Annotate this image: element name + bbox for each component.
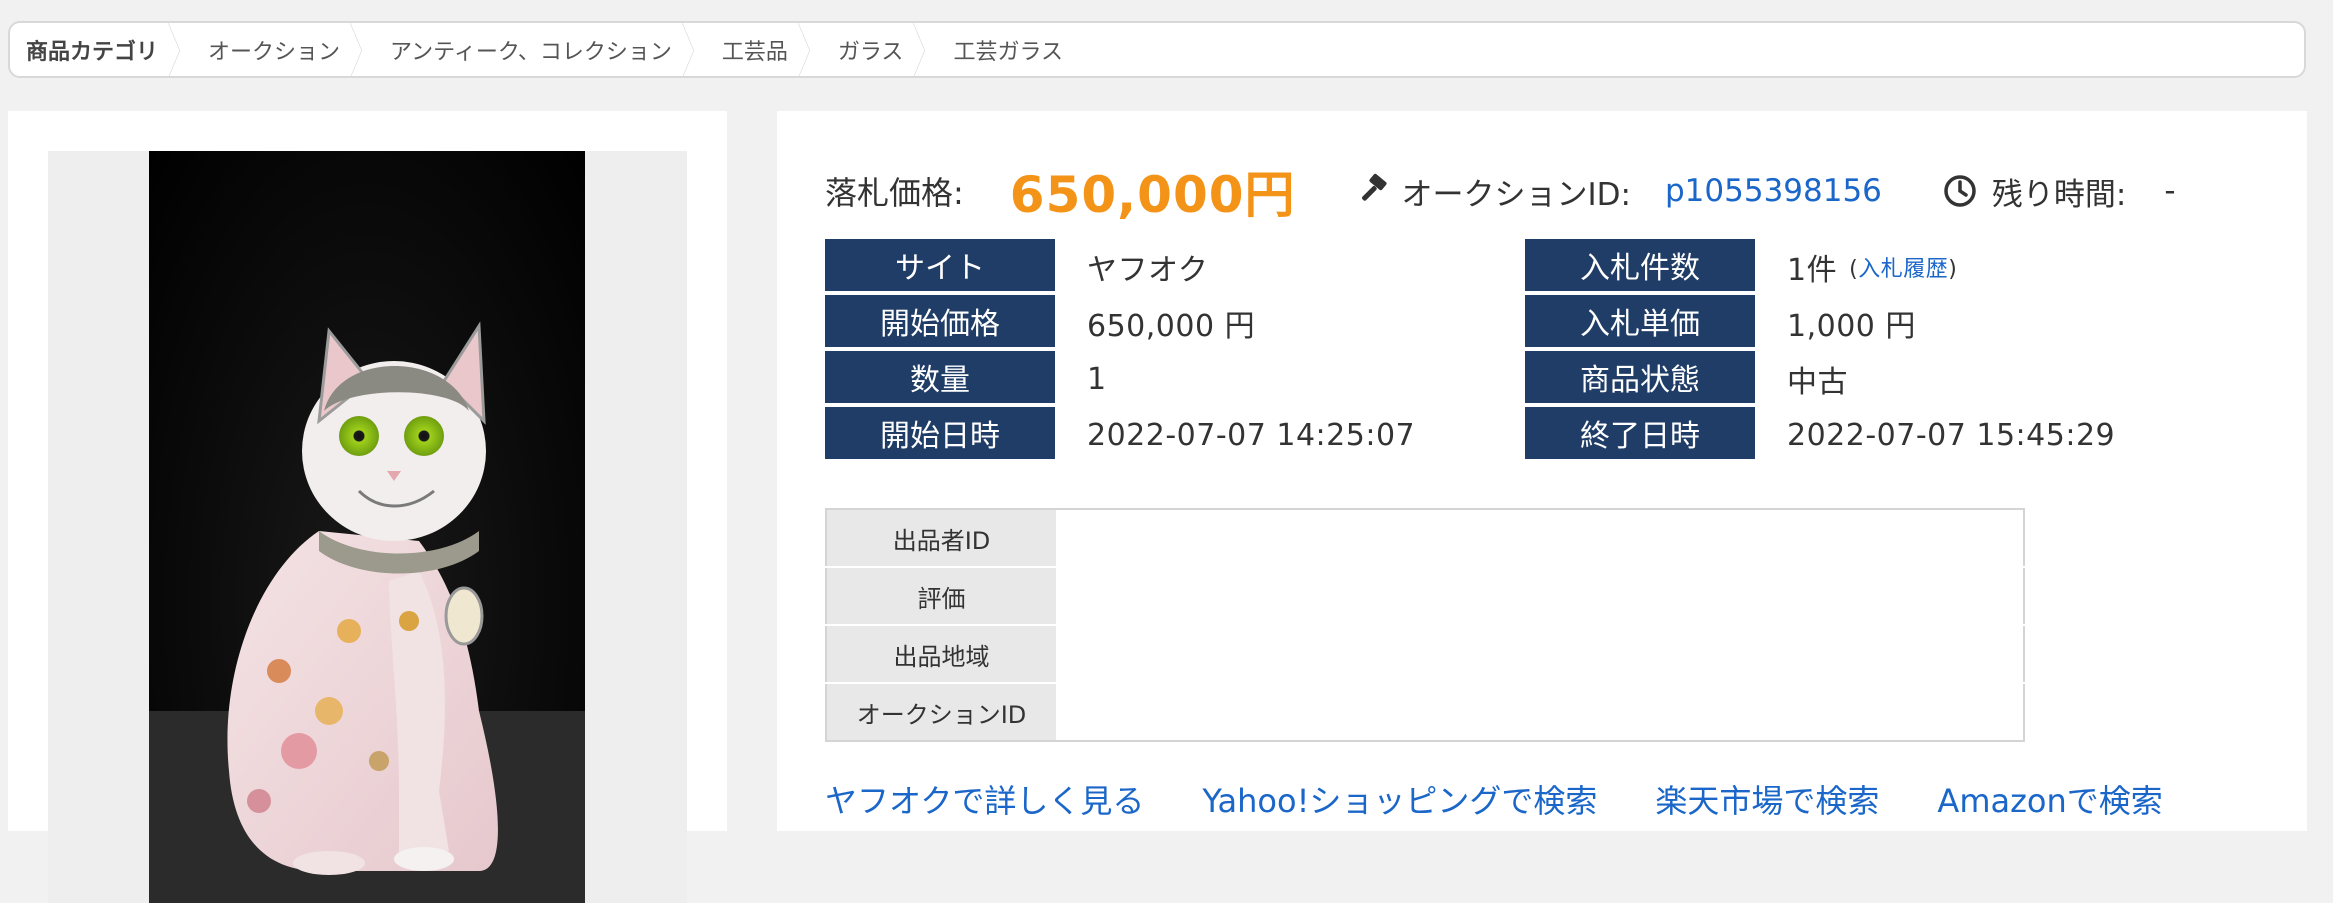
spec-value-quantity: 1 — [1087, 361, 1107, 397]
bid-count-value: 1件 — [1787, 253, 1838, 288]
spec-row: 開始価格 650,000 円 入札単価 1,000 円 — [825, 295, 2225, 351]
search-links: ヤフオクで詳しく見る Yahoo!ショッピングで検索 楽天市場で検索 Amazo… — [825, 776, 2163, 822]
spec-value-start-price: 650,000 円 — [1087, 309, 1256, 344]
paren-close: ) — [1948, 257, 1958, 282]
gavel-icon — [1356, 173, 1392, 209]
seller-region-value — [1056, 625, 2024, 684]
spec-value-bid-count: 1件 (入札履歴) — [1755, 239, 1957, 295]
final-price-label: 落札価格: — [825, 174, 964, 212]
seller-id-value — [1056, 509, 2024, 568]
yahoo-shopping-search-link[interactable]: Yahoo!ショッピングで検索 — [1202, 776, 1597, 822]
spec-row: 開始日時 2022-07-07 14:25:07 終了日時 2022-07-07… — [825, 407, 2225, 463]
auction-id-link[interactable]: p1055398156 — [1665, 173, 1882, 209]
bid-history-link[interactable]: 入札履歴 — [1858, 257, 1948, 282]
remaining-time-label: 残り時間: — [1991, 176, 2127, 213]
product-image-frame — [48, 151, 687, 903]
spec-head-condition: 商品状態 — [1525, 351, 1755, 405]
table-row: オークションID — [826, 683, 2024, 741]
bid-history-wrapper: (入札履歴) — [1849, 251, 1957, 283]
remaining-time-value: - — [2164, 173, 2176, 209]
breadcrumb-item-antique[interactable]: アンティーク、コレクション — [362, 23, 694, 76]
spec-head-start-price: 開始価格 — [825, 295, 1055, 349]
clock-icon — [1942, 173, 1978, 209]
breadcrumb: 商品カテゴリ オークション アンティーク、コレクション 工芸品 ガラス 工芸ガラ… — [8, 21, 2306, 78]
seller-rating-value — [1056, 567, 2024, 626]
final-price-value: 650,000円 — [1009, 166, 1296, 224]
spec-head-site: サイト — [825, 239, 1055, 293]
table-row: 出品地域 — [826, 625, 2024, 684]
breadcrumb-item-craft-glass[interactable]: 工芸ガラス — [925, 23, 1085, 76]
seller-region-label: 出品地域 — [826, 625, 1056, 684]
breadcrumb-item-crafts[interactable]: 工芸品 — [694, 23, 810, 76]
spec-value-end-date: 2022-07-07 15:45:29 — [1787, 417, 2116, 453]
seller-rating-label: 評価 — [826, 567, 1056, 626]
seller-id-label: 出品者ID — [826, 509, 1056, 568]
breadcrumb-item-glass[interactable]: ガラス — [810, 23, 926, 76]
auction-id-label: オークションID: — [1401, 176, 1631, 213]
product-image-panel — [8, 111, 727, 903]
amazon-search-link[interactable]: Amazonで検索 — [1937, 776, 2162, 822]
spec-value-bid-unit: 1,000 円 — [1787, 309, 1916, 344]
spec-row: サイト ヤフオク 入札件数 1件 (入札履歴) — [825, 239, 2225, 295]
spec-head-bid-count: 入札件数 — [1525, 239, 1755, 293]
spec-value-site: ヤフオク — [1087, 253, 1209, 288]
auction-info-panel: 落札価格: 650,000円 オークションID: p1055398156 残り時… — [777, 111, 2307, 831]
rakuten-search-link[interactable]: 楽天市場で検索 — [1655, 776, 1879, 822]
spec-head-bid-unit: 入札単価 — [1525, 295, 1755, 349]
seller-auction-id-label: オークションID — [826, 683, 1056, 741]
table-row: 評価 — [826, 567, 2024, 626]
yahoo-auction-detail-link[interactable]: ヤフオクで詳しく見る — [825, 776, 1144, 822]
breadcrumb-item-auction[interactable]: オークション — [180, 23, 362, 76]
table-row: 出品者ID — [826, 509, 2024, 568]
spec-value-start-date: 2022-07-07 14:25:07 — [1087, 417, 1416, 453]
spec-head-quantity: 数量 — [825, 351, 1055, 405]
breadcrumb-item-category[interactable]: 商品カテゴリ — [10, 23, 180, 76]
spec-head-end-date: 終了日時 — [1525, 407, 1755, 461]
spec-head-start-date: 開始日時 — [825, 407, 1055, 461]
cat-figurine-illustration — [149, 321, 585, 903]
spec-grid: サイト ヤフオク 入札件数 1件 (入札履歴) 開始価格 650,000 円 入… — [825, 239, 2225, 463]
price-row: 落札価格: 650,000円 オークションID: p1055398156 残り時… — [825, 156, 2225, 226]
product-photo[interactable] — [149, 151, 585, 903]
paren-open: ( — [1849, 257, 1859, 282]
seller-info-table: 出品者ID 評価 出品地域 オークションID — [825, 508, 2025, 742]
spec-value-condition: 中古 — [1787, 365, 1848, 400]
spec-row: 数量 1 商品状態 中古 — [825, 351, 2225, 407]
seller-auction-id-value — [1056, 683, 2024, 741]
